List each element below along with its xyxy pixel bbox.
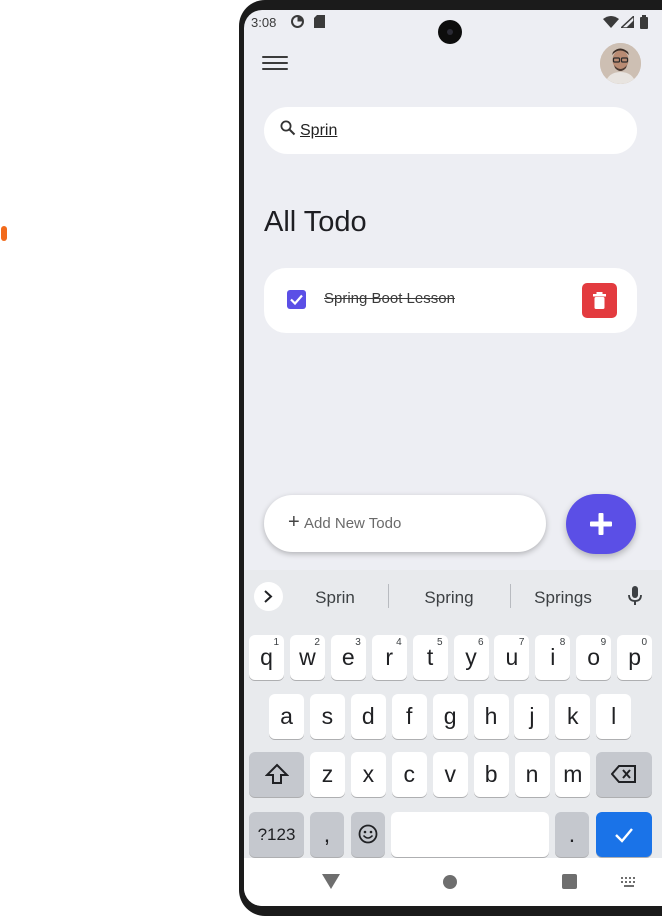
key-label: o [587, 644, 601, 670]
key-h[interactable]: h [473, 694, 509, 739]
chevron-right-icon [264, 590, 273, 603]
key-hint: 7 [518, 637, 525, 648]
key-s[interactable]: s [309, 694, 345, 739]
key-hint: 4 [396, 637, 402, 648]
key-label: q [260, 644, 273, 670]
checkbox-checked-icon[interactable] [287, 290, 306, 309]
avatar[interactable] [600, 43, 641, 84]
side-edge-marker [1, 226, 7, 241]
backspace-icon [610, 765, 636, 783]
emoji-icon [358, 824, 378, 844]
key-f[interactable]: f [391, 694, 427, 739]
shift-key[interactable] [249, 752, 304, 797]
key-y[interactable]: y6 [453, 635, 489, 680]
suggestion-1[interactable]: Sprin [280, 588, 390, 608]
key-l[interactable]: l [596, 694, 632, 739]
battery-icon [640, 15, 648, 29]
suggestion-divider [388, 584, 389, 608]
key-o[interactable]: o9 [576, 635, 612, 680]
emoji-key[interactable] [351, 812, 385, 857]
signal-icon [621, 16, 634, 28]
key-w[interactable]: w2 [289, 635, 325, 680]
data-saver-icon [291, 15, 304, 28]
key-label: t [426, 644, 434, 670]
recents-square-icon[interactable] [562, 874, 577, 889]
suggestion-2[interactable]: Spring [394, 588, 504, 608]
page-title: All Todo [264, 206, 367, 238]
search-bar[interactable] [264, 107, 637, 154]
key-g[interactable]: g [432, 694, 468, 739]
add-todo-placeholder: Add New Todo [304, 515, 402, 532]
key-hint: 5 [437, 637, 443, 648]
key-label: i [550, 644, 556, 670]
key-m[interactable]: m [555, 752, 591, 797]
key-u[interactable]: u7 [494, 635, 530, 680]
shift-icon [264, 763, 289, 784]
todo-item: Spring Boot Lesson [264, 268, 637, 333]
key-label: r [385, 644, 394, 670]
key-d[interactable]: d [350, 694, 386, 739]
todo-title: Spring Boot Lesson [324, 290, 455, 307]
key-k[interactable]: k [555, 694, 591, 739]
suggestion-3[interactable]: Springs [508, 588, 618, 608]
status-time: 3:08 [251, 15, 277, 30]
key-label: y [465, 644, 477, 670]
front-camera [438, 20, 462, 44]
add-todo-input[interactable]: + Add New Todo [264, 495, 546, 552]
key-b[interactable]: b [473, 752, 509, 797]
suggestion-strip: Sprin Spring Springs [244, 570, 662, 622]
on-screen-keyboard: Sprin Spring Springs q1w2e3r4t5y6u7i8o9p… [244, 570, 662, 858]
delete-button[interactable] [582, 283, 617, 318]
space-key[interactable] [391, 812, 549, 857]
key-hint: 0 [641, 637, 648, 648]
key-p[interactable]: p0 [617, 635, 653, 680]
key-v[interactable]: v [432, 752, 468, 797]
key-e[interactable]: e3 [330, 635, 366, 680]
enter-key[interactable] [596, 812, 652, 857]
sd-card-icon [314, 15, 325, 28]
key-j[interactable]: j [514, 694, 550, 739]
plus-icon [590, 513, 612, 535]
keyboard-switch-icon[interactable] [620, 876, 638, 888]
key-z[interactable]: z [310, 752, 345, 797]
backspace-key[interactable] [596, 752, 652, 797]
key-n[interactable]: n [514, 752, 550, 797]
search-input[interactable] [300, 118, 620, 144]
key-hint: 6 [477, 637, 484, 648]
avatar-image [600, 43, 641, 84]
key-i[interactable]: i8 [535, 635, 571, 680]
trash-icon [593, 292, 606, 309]
key-x[interactable]: x [350, 752, 386, 797]
menu-icon[interactable] [262, 52, 288, 74]
plus-icon: + [288, 511, 300, 533]
key-a[interactable]: a [269, 694, 304, 739]
add-todo-button[interactable] [566, 494, 636, 554]
key-hint: 8 [559, 637, 566, 648]
comma-key[interactable]: , [310, 812, 344, 857]
key-c[interactable]: c [391, 752, 427, 797]
expand-toolbar-button[interactable] [254, 582, 283, 611]
phone-screen: 3:08 Sprin All Todo Spring Boot Lesson +… [244, 10, 662, 906]
key-hint: 2 [314, 637, 320, 648]
key-hint: 1 [273, 637, 279, 648]
microphone-icon[interactable] [628, 586, 642, 606]
key-label: w [299, 644, 316, 670]
key-r[interactable]: r4 [371, 635, 407, 680]
key-t[interactable]: t5 [412, 635, 448, 680]
key-label: p [628, 644, 641, 670]
key-q[interactable]: q1 [249, 635, 284, 680]
key-label: e [341, 644, 355, 670]
symbols-key[interactable]: ?123 [249, 812, 304, 857]
key-hint: 3 [355, 637, 361, 648]
period-key[interactable]: . [555, 812, 589, 857]
key-label: u [505, 644, 519, 670]
wifi-icon [603, 16, 619, 28]
system-nav-bar [244, 858, 662, 906]
key-hint: 9 [600, 637, 607, 648]
back-triangle-icon[interactable] [322, 874, 340, 889]
home-circle-icon[interactable] [443, 875, 457, 889]
search-icon [280, 120, 296, 136]
checkmark-icon [615, 828, 633, 843]
